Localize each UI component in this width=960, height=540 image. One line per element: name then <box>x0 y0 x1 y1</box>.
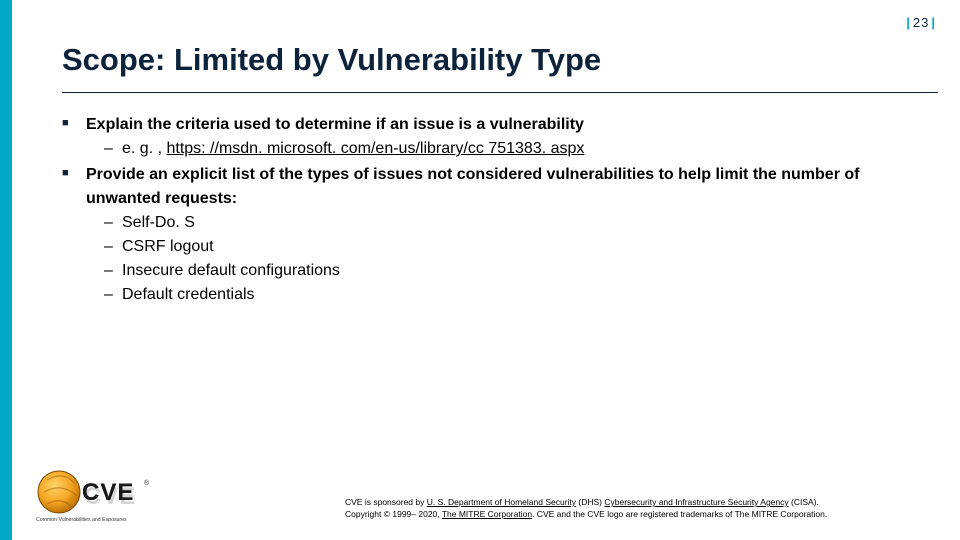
sub-item: CSRF logout <box>104 235 920 259</box>
footer-line-1: CVE is sponsored by U. S. Department of … <box>345 497 938 508</box>
sub-text: Insecure default configurations <box>122 262 340 279</box>
sub-text: CSRF logout <box>122 238 214 255</box>
bullet-lead: Provide an explicit list of the types of… <box>86 166 859 207</box>
page-number-value: 23 <box>913 15 929 30</box>
svg-text:CVE: CVE <box>82 479 134 506</box>
sub-text: Default credentials <box>122 286 255 303</box>
dhs-link[interactable]: U. S. Department of Homeland Security <box>427 497 576 507</box>
logo-tagline: Common Vulnerabilities and Exposures <box>36 517 127 523</box>
svg-text:®: ® <box>144 479 150 487</box>
page-number: |23| <box>904 15 938 30</box>
msdn-link[interactable]: https: //msdn. microsoft. com/en-us/libr… <box>166 140 584 157</box>
sub-list: e. g. , https: //msdn. microsoft. com/en… <box>86 137 920 161</box>
bullet-lead: Explain the criteria used to determine i… <box>86 116 584 133</box>
sub-item: Self-Do. S <box>104 211 920 235</box>
footer-text: . CVE and the CVE logo are registered tr… <box>532 509 827 519</box>
sub-text: Self-Do. S <box>122 214 195 231</box>
cisa-link[interactable]: Cybersecurity and Infrastructure Securit… <box>604 497 788 507</box>
footer-text: (CISA). <box>789 497 819 507</box>
sub-list: Self-Do. S CSRF logout Insecure default … <box>86 211 920 307</box>
sub-prefix: e. g. , <box>122 140 166 157</box>
accent-bar <box>0 0 12 540</box>
content-area: Explain the criteria used to determine i… <box>62 113 920 309</box>
bullet-item: Explain the criteria used to determine i… <box>62 113 920 161</box>
footer-text: (DHS) <box>576 497 604 507</box>
sub-item: Insecure default configurations <box>104 259 920 283</box>
footer-text: CVE is sponsored by <box>345 497 427 507</box>
slide: |23| Scope: Limited by Vulnerability Typ… <box>0 0 960 540</box>
page-title: Scope: Limited by Vulnerability Type <box>62 42 601 78</box>
sub-item: e. g. , https: //msdn. microsoft. com/en… <box>104 137 920 161</box>
cve-logo: CVE CVE CVE ® Common Vulnerabilities and… <box>32 468 152 524</box>
sub-item: Default credentials <box>104 283 920 307</box>
footer-line-2: Copyright © 1999– 2020, The MITRE Corpor… <box>345 509 938 520</box>
title-rule <box>62 92 938 93</box>
bullet-item: Provide an explicit list of the types of… <box>62 163 920 307</box>
footer-text: Copyright © 1999– 2020, <box>345 509 442 519</box>
mitre-link[interactable]: The MITRE Corporation <box>442 509 532 519</box>
footer: CVE is sponsored by U. S. Department of … <box>345 497 938 520</box>
